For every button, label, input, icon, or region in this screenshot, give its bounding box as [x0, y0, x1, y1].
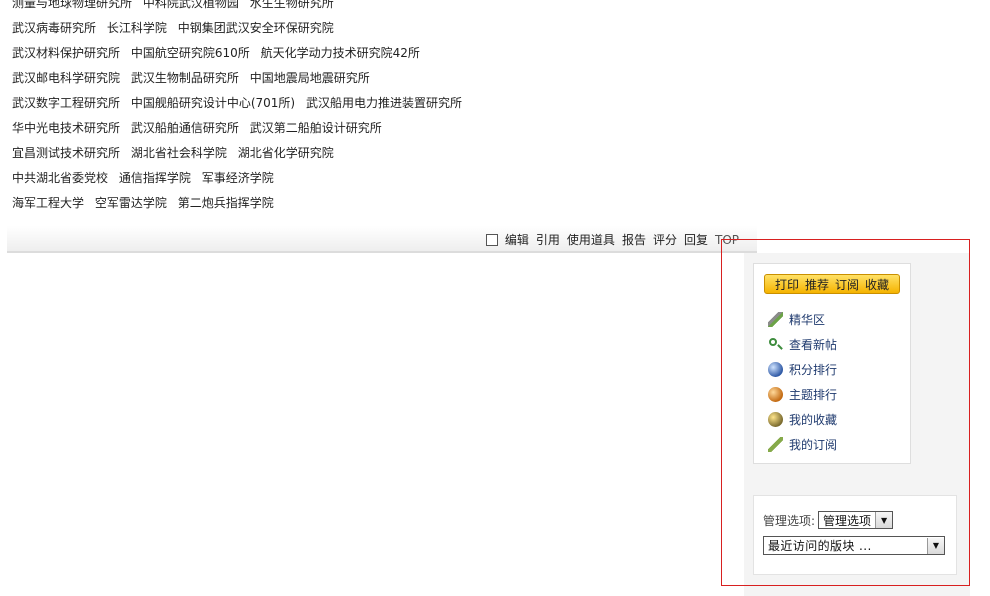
institution-name: 武汉生物制品研究所: [130, 71, 239, 85]
institution-name: 中国舰船研究设计中心(701所): [130, 96, 296, 110]
institution-name: 空军雷达学院: [94, 196, 167, 210]
post-line-8: 中共湖北省委党校 通信指挥学院 军事经济学院: [12, 166, 732, 191]
institution-name: 湖北省化学研究院: [237, 146, 334, 160]
post-line-1: 测量与地球物理研究所 中科院武汉植物园 水生生物研究所: [12, 0, 732, 16]
institution-name: 通信指挥学院: [118, 171, 191, 185]
use-tool-link[interactable]: 使用道具: [567, 231, 615, 248]
selection-highlight-box: [721, 239, 970, 586]
institution-name: 华中光电技术研究所: [12, 121, 121, 135]
institution-name: 武汉病毒研究所: [12, 21, 97, 35]
rate-link[interactable]: 评分: [653, 231, 677, 248]
post-line-6: 华中光电技术研究所 武汉船舶通信研究所 武汉第二船舶设计研究所: [12, 116, 732, 141]
quote-link[interactable]: 引用: [536, 231, 560, 248]
institution-name: 湖北省社会科学院: [130, 146, 227, 160]
institution-name: 武汉第二船舶设计研究所: [249, 121, 382, 135]
reply-link[interactable]: 回复: [684, 231, 708, 248]
post-content: 测量与地球物理研究所 中科院武汉植物园 水生生物研究所 武汉病毒研究所 长江科学…: [12, 0, 732, 216]
institution-name: 航天化学动力技术研究院42所: [260, 46, 420, 60]
institution-name: 水生生物研究所: [249, 0, 334, 10]
institution-name: 长江科学院: [106, 21, 167, 35]
institution-name: 第二炮兵指挥学院: [177, 196, 274, 210]
edit-link[interactable]: 编辑: [505, 231, 529, 248]
institution-name: 武汉材料保护研究所: [12, 46, 121, 60]
post-line-4: 武汉邮电科学研究院 武汉生物制品研究所 中国地震局地震研究所: [12, 66, 732, 91]
post-action-bar: 编辑 引用 使用道具 报告 评分 回复 TOP: [7, 226, 757, 253]
post-line-3: 武汉材料保护研究所 中国航空研究院610所 航天化学动力技术研究院42所: [12, 41, 732, 66]
institution-name: 中国航空研究院610所: [130, 46, 250, 60]
post-line-2: 武汉病毒研究所 长江科学院 中钢集团武汉安全环保研究院: [12, 16, 732, 41]
institution-name: 军事经济学院: [201, 171, 274, 185]
post-line-5: 武汉数字工程研究所 中国舰船研究设计中心(701所) 武汉船用电力推进装置研究所: [12, 91, 732, 116]
institution-name: 武汉船舶通信研究所: [130, 121, 239, 135]
institution-name: 中钢集团武汉安全环保研究院: [177, 21, 334, 35]
institution-name: 武汉邮电科学研究院: [12, 71, 121, 85]
post-line-7: 宜昌测试技术研究所 湖北省社会科学院 湖北省化学研究院: [12, 141, 732, 166]
report-link[interactable]: 报告: [622, 231, 646, 248]
institution-name: 中共湖北省委党校: [12, 171, 109, 185]
institution-name: 海军工程大学: [12, 196, 85, 210]
post-line-9: 海军工程大学 空军雷达学院 第二炮兵指挥学院: [12, 191, 732, 216]
post-actions: 编辑 引用 使用道具 报告 评分 回复 TOP: [485, 231, 739, 248]
institution-name: 中国地震局地震研究所: [249, 71, 370, 85]
select-checkbox[interactable]: [485, 233, 498, 246]
institution-name: 武汉船用电力推进装置研究所: [305, 96, 462, 110]
institution-name: 武汉数字工程研究所: [12, 96, 121, 110]
institution-name: 中科院武汉植物园: [142, 0, 239, 10]
institution-name: 宜昌测试技术研究所: [12, 146, 121, 160]
institution-name: 测量与地球物理研究所: [12, 0, 133, 10]
